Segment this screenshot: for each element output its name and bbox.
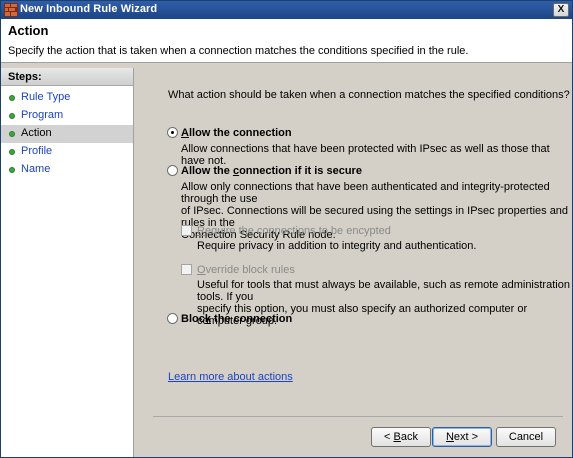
action-question: What action should be taken when a conne… [168, 89, 570, 101]
step-name[interactable]: Name [1, 161, 133, 179]
step-status-icon [9, 167, 15, 173]
require-encryption-description: Require privacy in addition to integrity… [197, 240, 477, 252]
step-label: Action [21, 127, 52, 139]
content-pane: What action should be taken when a conne… [135, 68, 572, 457]
block-connection-radio[interactable] [167, 313, 178, 324]
next-button[interactable]: Next > [432, 427, 492, 447]
allow-connection-radio[interactable] [167, 127, 178, 138]
allow-connection-label[interactable]: Allow the connection [181, 127, 292, 139]
step-label: Program [21, 109, 64, 121]
step-label: Name [21, 163, 51, 175]
override-block-label[interactable]: Override block rules [197, 264, 295, 276]
page-title: Action [8, 23, 49, 38]
firewall-icon [4, 3, 18, 17]
button-divider [153, 416, 563, 417]
allow-secure-label[interactable]: Allow the connection if it is secure [181, 165, 362, 177]
cancel-button[interactable]: Cancel [496, 427, 556, 447]
override-block-checkbox[interactable] [181, 264, 192, 275]
close-icon: X [557, 4, 565, 15]
page-description: Specify the action that is taken when a … [8, 45, 469, 57]
block-connection-label[interactable]: Block the connection [181, 313, 292, 325]
window-title: New Inbound Rule Wizard [20, 3, 158, 15]
learn-more-link[interactable]: Learn more about actions [168, 371, 293, 383]
title-bar[interactable]: New Inbound Rule Wizard X [1, 1, 572, 19]
allow-secure-radio[interactable] [167, 165, 178, 176]
steps-pane: Steps: Rule Type Program Action Profile … [1, 68, 134, 457]
close-button[interactable]: X [553, 3, 569, 17]
step-label: Rule Type [21, 91, 71, 103]
step-status-icon [9, 149, 15, 155]
wizard-window: New Inbound Rule Wizard X Action Specify… [0, 0, 573, 458]
step-status-icon [9, 131, 15, 137]
step-status-icon [9, 95, 15, 101]
steps-heading: Steps: [1, 68, 133, 86]
require-encryption-checkbox[interactable] [181, 225, 192, 236]
require-encryption-label[interactable]: Require the connections to be encypted [197, 225, 391, 237]
back-button[interactable]: < Back [371, 427, 431, 447]
step-profile[interactable]: Profile [1, 143, 133, 161]
step-rule-type[interactable]: Rule Type [1, 89, 133, 107]
allow-connection-description: Allow connections that have been protect… [181, 143, 550, 167]
step-status-icon [9, 113, 15, 119]
step-action: Action [1, 125, 133, 143]
step-label: Profile [21, 145, 53, 157]
page-header: Action Specify the action that is taken … [1, 19, 572, 63]
step-program[interactable]: Program [1, 107, 133, 125]
